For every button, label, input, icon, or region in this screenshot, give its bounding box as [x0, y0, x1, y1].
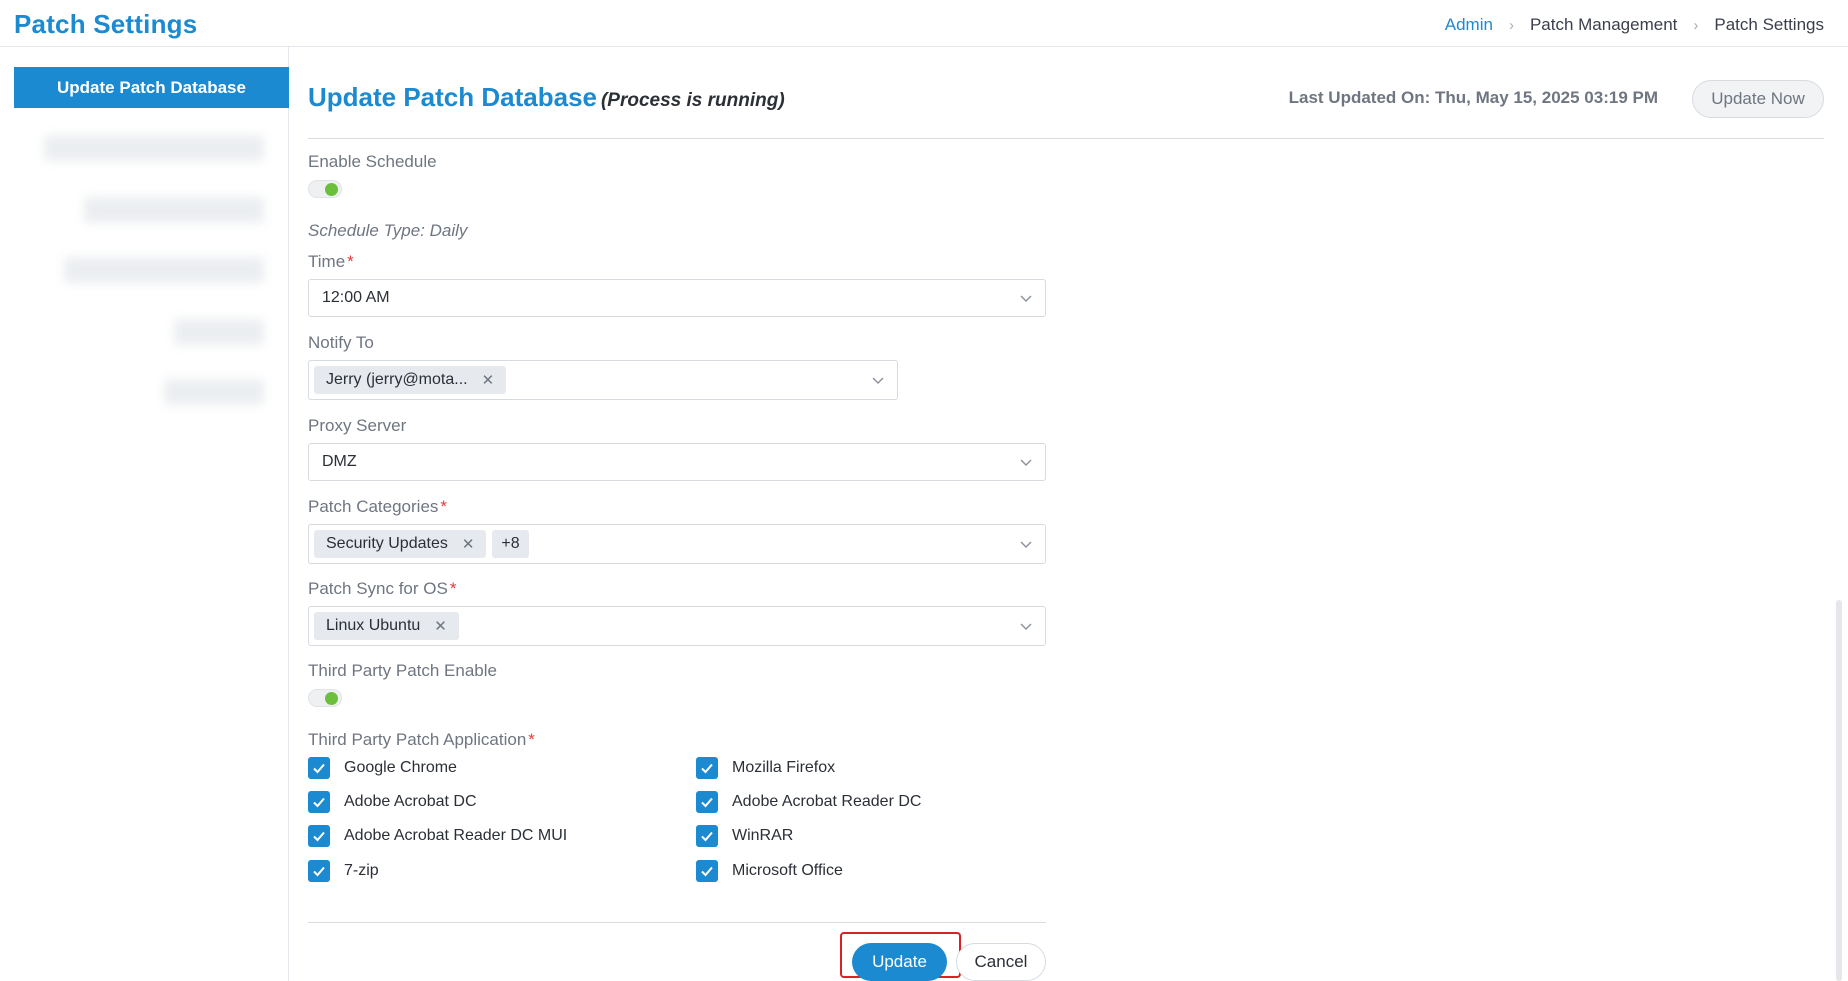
- breadcrumb-admin[interactable]: Admin: [1445, 15, 1493, 35]
- divider: [308, 922, 1046, 923]
- chevron-right-icon: ›: [1693, 16, 1699, 34]
- tag-text: Linux Ubuntu: [326, 617, 421, 634]
- os-tag: Linux Ubuntu ✕: [314, 612, 459, 640]
- patch-category-tag: Security Updates ✕: [314, 530, 487, 558]
- more-count-badge[interactable]: +8: [492, 530, 529, 558]
- checkbox-checked-icon[interactable]: [308, 791, 330, 813]
- time-select[interactable]: 12:00 AM: [308, 279, 1046, 317]
- enable-schedule-label: Enable Schedule: [308, 152, 437, 171]
- app-checkbox-google-chrome[interactable]: Google Chrome: [308, 757, 457, 779]
- schedule-type-text: Schedule Type: Daily: [308, 221, 468, 240]
- enable-schedule-toggle[interactable]: [308, 180, 342, 198]
- sidebar-item-blurred[interactable]: [64, 257, 264, 283]
- notify-to-label: Notify To: [308, 333, 374, 352]
- update-button[interactable]: Update: [852, 943, 947, 981]
- checkbox-checked-icon[interactable]: [696, 791, 718, 813]
- app-label: Adobe Acrobat Reader DC MUI: [344, 827, 568, 844]
- checkbox-checked-icon[interactable]: [696, 825, 718, 847]
- breadcrumb-patch-settings: Patch Settings: [1714, 15, 1824, 34]
- breadcrumb: Admin › Patch Management › Patch Setting…: [1445, 15, 1824, 35]
- chevron-down-icon: [1020, 295, 1032, 302]
- tag-text: Jerry (jerry@mota...: [326, 371, 468, 388]
- top-bar: Patch Settings Admin › Patch Management …: [0, 0, 1848, 47]
- checkbox-checked-icon[interactable]: [308, 825, 330, 847]
- chevron-down-icon: [1020, 623, 1032, 630]
- sidebar-item-blurred[interactable]: [164, 379, 264, 405]
- required-asterisk: *: [347, 252, 354, 271]
- patch-categories-label: Patch Categories *: [308, 497, 447, 517]
- app-checkbox-mozilla-firefox[interactable]: Mozilla Firefox: [696, 757, 835, 779]
- chevron-down-icon: [1020, 459, 1032, 466]
- app-checkbox-adobe-acrobat-reader-dc[interactable]: Adobe Acrobat Reader DC: [696, 791, 921, 813]
- sidebar-item-blurred[interactable]: [44, 135, 264, 161]
- third-party-enable-toggle[interactable]: [308, 689, 342, 707]
- app-label: Mozilla Firefox: [732, 759, 836, 776]
- section-title: Update Patch Database: [308, 82, 597, 112]
- time-label-text: Time: [308, 252, 346, 271]
- required-asterisk: *: [440, 497, 448, 516]
- sidebar: Update Patch Database: [0, 47, 289, 981]
- main-content: Update Patch Database (Process is runnin…: [308, 47, 1824, 981]
- third-party-app-label-text: Third Party Patch Application: [308, 730, 527, 749]
- process-status: (Process is running): [600, 90, 785, 111]
- sidebar-item-update-patch-database[interactable]: Update Patch Database: [14, 67, 289, 108]
- app-label: 7-zip: [344, 862, 379, 879]
- third-party-enable-label: Third Party Patch Enable: [308, 661, 497, 680]
- app-label: Adobe Acrobat DC: [344, 793, 477, 810]
- app-label: WinRAR: [732, 827, 794, 844]
- chevron-down-icon: [872, 377, 884, 384]
- notify-to-tag: Jerry (jerry@mota... ✕: [314, 366, 507, 394]
- section-header: Update Patch Database (Process is runnin…: [308, 82, 785, 113]
- proxy-server-value: DMZ: [322, 453, 357, 470]
- close-icon[interactable]: ✕: [434, 617, 447, 635]
- proxy-server-select[interactable]: DMZ: [308, 443, 1046, 481]
- cancel-button[interactable]: Cancel: [956, 943, 1046, 981]
- update-now-button[interactable]: Update Now: [1692, 80, 1824, 118]
- app-checkbox-winrar[interactable]: WinRAR: [696, 825, 793, 847]
- app-checkbox-microsoft-office[interactable]: Microsoft Office: [696, 860, 843, 882]
- patch-sync-os-select[interactable]: Linux Ubuntu ✕: [308, 606, 1046, 646]
- sidebar-item-blurred[interactable]: [174, 319, 264, 345]
- checkbox-checked-icon[interactable]: [696, 860, 718, 882]
- app-checkbox-7-zip[interactable]: 7-zip: [308, 860, 379, 882]
- notify-to-select[interactable]: Jerry (jerry@mota... ✕: [308, 360, 898, 400]
- close-icon[interactable]: ✕: [482, 371, 495, 389]
- toggle-knob: [325, 692, 338, 705]
- app-label: Google Chrome: [344, 759, 457, 776]
- chevron-down-icon: [1020, 541, 1032, 548]
- patch-categories-label-text: Patch Categories: [308, 497, 439, 516]
- checkbox-checked-icon[interactable]: [308, 860, 330, 882]
- toggle-knob: [325, 183, 338, 196]
- time-value: 12:00 AM: [322, 289, 390, 306]
- sidebar-item-blurred[interactable]: [84, 197, 264, 223]
- last-updated-text: Last Updated On: Thu, May 15, 2025 03:19…: [1288, 88, 1658, 107]
- app-checkbox-adobe-acrobat-reader-dc-mui[interactable]: Adobe Acrobat Reader DC MUI: [308, 825, 567, 847]
- proxy-server-label: Proxy Server: [308, 416, 407, 435]
- patch-sync-os-label: Patch Sync for OS *: [308, 579, 456, 599]
- close-icon[interactable]: ✕: [462, 535, 475, 553]
- chevron-right-icon: ›: [1508, 16, 1514, 34]
- scrollbar[interactable]: [1836, 600, 1842, 981]
- app-label: Microsoft Office: [732, 862, 843, 879]
- required-asterisk: *: [528, 730, 535, 749]
- tag-text: Security Updates: [326, 535, 448, 552]
- third-party-app-label: Third Party Patch Application *: [308, 730, 535, 750]
- divider: [308, 138, 1824, 139]
- patch-categories-select[interactable]: Security Updates ✕ +8: [308, 524, 1046, 564]
- checkbox-checked-icon[interactable]: [696, 757, 718, 779]
- time-label: Time *: [308, 252, 354, 272]
- required-asterisk: *: [449, 579, 457, 598]
- app-label: Adobe Acrobat Reader DC: [732, 793, 922, 810]
- app-checkbox-adobe-acrobat-dc[interactable]: Adobe Acrobat DC: [308, 791, 477, 813]
- breadcrumb-patch-management[interactable]: Patch Management: [1530, 15, 1677, 35]
- patch-sync-os-label-text: Patch Sync for OS: [308, 579, 448, 598]
- checkbox-checked-icon[interactable]: [308, 757, 330, 779]
- page-title: Patch Settings: [14, 9, 198, 39]
